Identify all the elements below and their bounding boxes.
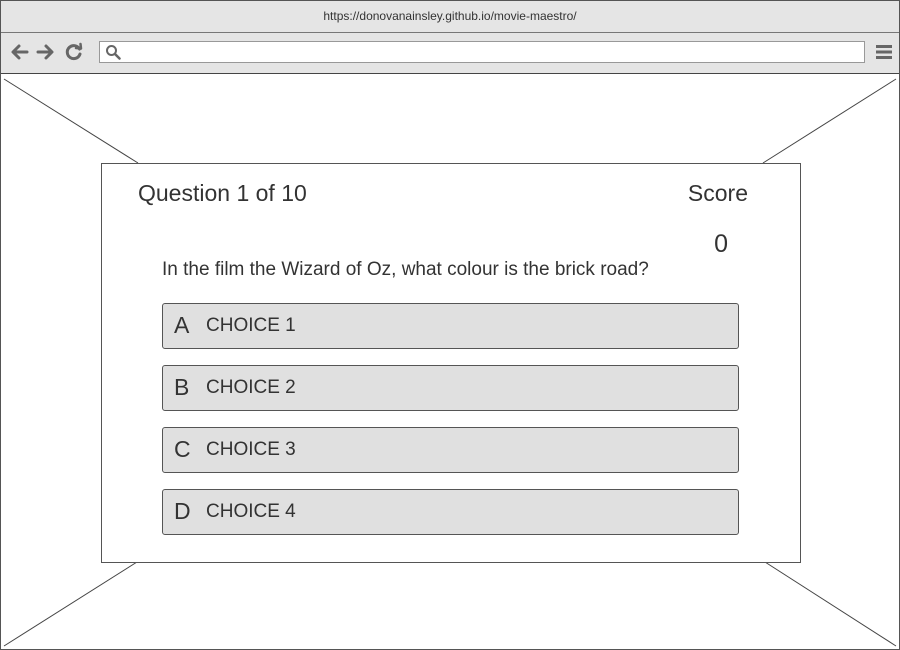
choice-prefix: D	[174, 498, 191, 524]
choice-prefix: A	[174, 312, 190, 338]
choice-prefix: C	[174, 436, 191, 462]
choice-button-b[interactable]: B CHOICE 2	[162, 365, 739, 411]
arrow-left-icon[interactable]	[9, 41, 31, 63]
choice-label: CHOICE 2	[206, 377, 296, 398]
address-bar-input[interactable]	[99, 41, 865, 63]
page-viewport: Question 1 of 10 Score 0 In the film the…	[1, 74, 899, 649]
browser-window: https://donovanainsley.github.io/movie-m…	[0, 0, 900, 650]
question-counter: Question 1 of 10	[138, 180, 307, 206]
reload-icon[interactable]	[63, 41, 85, 63]
choice-label: CHOICE 4	[206, 501, 296, 522]
browser-toolbar	[1, 33, 899, 74]
question-text: In the film the Wizard of Oz, what colou…	[162, 259, 649, 280]
hamburger-menu-icon[interactable]	[875, 43, 893, 61]
score-label: Score	[687, 180, 748, 206]
score-value: 0	[714, 230, 728, 258]
choice-button-a[interactable]: A CHOICE 1	[162, 303, 739, 349]
choice-prefix: B	[174, 374, 190, 400]
choice-label: CHOICE 3	[206, 439, 296, 460]
search-icon	[105, 44, 121, 60]
choice-button-c[interactable]: C CHOICE 3	[162, 427, 739, 473]
url-display[interactable]: https://donovanainsley.github.io/movie-m…	[1, 1, 899, 33]
quiz-card: Question 1 of 10 Score 0 In the film the…	[101, 163, 801, 563]
choice-label: CHOICE 1	[206, 315, 296, 336]
arrow-right-icon[interactable]	[34, 41, 56, 63]
choice-button-d[interactable]: D CHOICE 4	[162, 489, 739, 535]
